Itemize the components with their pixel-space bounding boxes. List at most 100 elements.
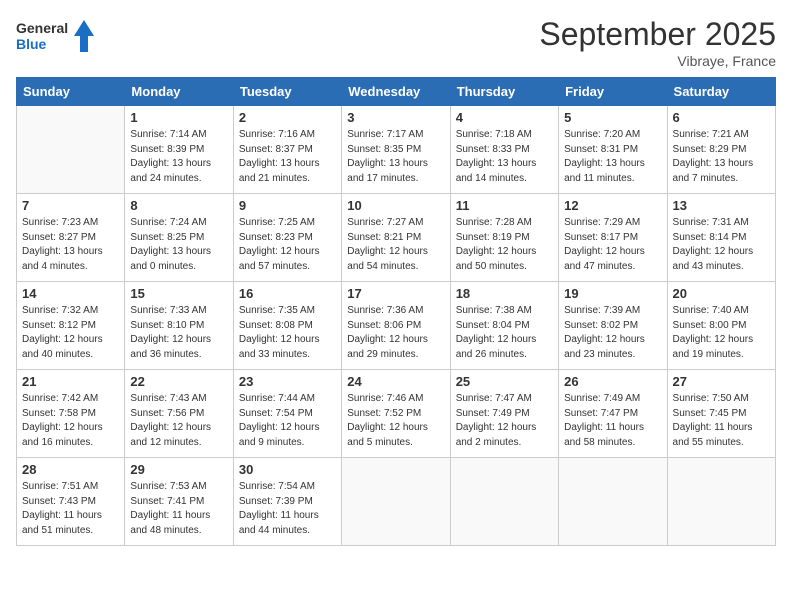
week-row-2: 14Sunrise: 7:32 AM Sunset: 8:12 PM Dayli… <box>17 282 776 370</box>
day-number: 21 <box>22 374 119 389</box>
day-number: 13 <box>673 198 770 213</box>
header-day-tuesday: Tuesday <box>233 78 341 106</box>
calendar-cell: 9Sunrise: 7:25 AM Sunset: 8:23 PM Daylig… <box>233 194 341 282</box>
calendar-cell: 29 Sunrise: 7:53 AM Sunset: 7:41 PM Dayli… <box>125 458 233 546</box>
logo-svg: General Blue <box>16 16 96 56</box>
day-info: Sunrise: 7:33 AM Sunset: 8:10 PM Dayligh… <box>130 304 227 362</box>
day-info: Sunrise: 7:43 AM Sunset: 7:56 PM Dayligh… <box>130 392 227 450</box>
calendar-cell: 19 Sunrise: 7:39 AM Sunset: 8:02 PM Dayli… <box>559 282 667 370</box>
day-info: Sunrise: 7:17 AM Sunset: 8:35 PM Dayligh… <box>347 128 444 186</box>
day-info: Sunrise: 7:44 AM Sunset: 7:54 PM Dayligh… <box>239 392 336 450</box>
calendar-cell <box>17 106 125 194</box>
calendar-cell: 28Sunrise: 7:51 AM Sunset: 7:43 PM Dayli… <box>17 458 125 546</box>
header-row: SundayMondayTuesdayWednesdayThursdayFrid… <box>17 78 776 106</box>
day-info: Sunrise: 7:53 AM Sunset: 7:41 PM Dayligh… <box>130 480 227 538</box>
day-info: Sunrise: 7:21 AM Sunset: 8:29 PM Dayligh… <box>673 128 770 186</box>
day-info: Sunrise: 7:51 AM Sunset: 7:43 PM Dayligh… <box>22 480 119 538</box>
day-number: 15 <box>130 286 227 301</box>
day-number: 17 <box>347 286 444 301</box>
calendar-cell <box>450 458 558 546</box>
calendar-cell: 11 Sunrise: 7:28 AM Sunset: 8:19 PM Dayli… <box>450 194 558 282</box>
day-info: Sunrise: 7:42 AM Sunset: 7:58 PM Dayligh… <box>22 392 119 450</box>
day-number: 29 <box>130 462 227 477</box>
day-info: Sunrise: 7:29 AM Sunset: 8:17 PM Dayligh… <box>564 216 661 274</box>
calendar-cell <box>559 458 667 546</box>
day-number: 11 <box>456 198 553 213</box>
calendar-cell: 18Sunrise: 7:38 AM Sunset: 8:04 PM Dayli… <box>450 282 558 370</box>
day-number: 26 <box>564 374 661 389</box>
calendar-cell: 25 Sunrise: 7:47 AM Sunset: 7:49 PM Dayli… <box>450 370 558 458</box>
day-number: 19 <box>564 286 661 301</box>
location: Vibraye, France <box>539 53 776 69</box>
calendar-cell: 10Sunrise: 7:27 AM Sunset: 8:21 PM Dayli… <box>342 194 450 282</box>
day-number: 16 <box>239 286 336 301</box>
day-info: Sunrise: 7:20 AM Sunset: 8:31 PM Dayligh… <box>564 128 661 186</box>
day-info: Sunrise: 7:18 AM Sunset: 8:33 PM Dayligh… <box>456 128 553 186</box>
day-number: 7 <box>22 198 119 213</box>
month-title: September 2025 <box>539 16 776 53</box>
week-row-0: 1Sunrise: 7:14 AM Sunset: 8:39 PM Daylig… <box>17 106 776 194</box>
calendar-cell: 3 Sunrise: 7:17 AM Sunset: 8:35 PM Daylig… <box>342 106 450 194</box>
calendar-cell <box>667 458 775 546</box>
calendar-cell <box>342 458 450 546</box>
calendar-cell: 2 Sunrise: 7:16 AM Sunset: 8:37 PM Daylig… <box>233 106 341 194</box>
day-number: 4 <box>456 110 553 125</box>
calendar-cell: 16Sunrise: 7:35 AM Sunset: 8:08 PM Dayli… <box>233 282 341 370</box>
day-number: 30 <box>239 462 336 477</box>
day-info: Sunrise: 7:50 AM Sunset: 7:45 PM Dayligh… <box>673 392 770 450</box>
day-number: 20 <box>673 286 770 301</box>
calendar-cell: 6Sunrise: 7:21 AM Sunset: 8:29 PM Daylig… <box>667 106 775 194</box>
day-number: 27 <box>673 374 770 389</box>
calendar-cell: 20 Sunrise: 7:40 AM Sunset: 8:00 PM Dayli… <box>667 282 775 370</box>
week-row-1: 7 Sunrise: 7:23 AM Sunset: 8:27 PM Daylig… <box>17 194 776 282</box>
calendar-cell: 27 Sunrise: 7:50 AM Sunset: 7:45 PM Dayli… <box>667 370 775 458</box>
day-info: Sunrise: 7:23 AM Sunset: 8:27 PM Dayligh… <box>22 216 119 274</box>
header-day-friday: Friday <box>559 78 667 106</box>
day-info: Sunrise: 7:24 AM Sunset: 8:25 PM Dayligh… <box>130 216 227 274</box>
day-number: 3 <box>347 110 444 125</box>
calendar-cell: 14Sunrise: 7:32 AM Sunset: 8:12 PM Dayli… <box>17 282 125 370</box>
calendar-cell: 23Sunrise: 7:44 AM Sunset: 7:54 PM Dayli… <box>233 370 341 458</box>
calendar-cell: 7 Sunrise: 7:23 AM Sunset: 8:27 PM Daylig… <box>17 194 125 282</box>
header-day-monday: Monday <box>125 78 233 106</box>
day-info: Sunrise: 7:40 AM Sunset: 8:00 PM Dayligh… <box>673 304 770 362</box>
header-day-saturday: Saturday <box>667 78 775 106</box>
day-number: 2 <box>239 110 336 125</box>
day-info: Sunrise: 7:54 AM Sunset: 7:39 PM Dayligh… <box>239 480 336 538</box>
day-info: Sunrise: 7:32 AM Sunset: 8:12 PM Dayligh… <box>22 304 119 362</box>
header-day-sunday: Sunday <box>17 78 125 106</box>
week-row-3: 21 Sunrise: 7:42 AM Sunset: 7:58 PM Dayli… <box>17 370 776 458</box>
day-info: Sunrise: 7:47 AM Sunset: 7:49 PM Dayligh… <box>456 392 553 450</box>
calendar-table: SundayMondayTuesdayWednesdayThursdayFrid… <box>16 77 776 546</box>
calendar-cell: 22 Sunrise: 7:43 AM Sunset: 7:56 PM Dayli… <box>125 370 233 458</box>
day-info: Sunrise: 7:16 AM Sunset: 8:37 PM Dayligh… <box>239 128 336 186</box>
day-number: 1 <box>130 110 227 125</box>
day-number: 24 <box>347 374 444 389</box>
day-number: 22 <box>130 374 227 389</box>
calendar-cell: 24 Sunrise: 7:46 AM Sunset: 7:52 PM Dayli… <box>342 370 450 458</box>
day-number: 25 <box>456 374 553 389</box>
day-info: Sunrise: 7:46 AM Sunset: 7:52 PM Dayligh… <box>347 392 444 450</box>
day-info: Sunrise: 7:31 AM Sunset: 8:14 PM Dayligh… <box>673 216 770 274</box>
day-info: Sunrise: 7:39 AM Sunset: 8:02 PM Dayligh… <box>564 304 661 362</box>
day-number: 5 <box>564 110 661 125</box>
svg-text:Blue: Blue <box>16 36 47 52</box>
calendar-cell: 4 Sunrise: 7:18 AM Sunset: 8:33 PM Daylig… <box>450 106 558 194</box>
day-info: Sunrise: 7:27 AM Sunset: 8:21 PM Dayligh… <box>347 216 444 274</box>
day-info: Sunrise: 7:49 AM Sunset: 7:47 PM Dayligh… <box>564 392 661 450</box>
day-info: Sunrise: 7:36 AM Sunset: 8:06 PM Dayligh… <box>347 304 444 362</box>
day-number: 18 <box>456 286 553 301</box>
day-info: Sunrise: 7:28 AM Sunset: 8:19 PM Dayligh… <box>456 216 553 274</box>
calendar-cell: 8Sunrise: 7:24 AM Sunset: 8:25 PM Daylig… <box>125 194 233 282</box>
calendar-cell: 13 Sunrise: 7:31 AM Sunset: 8:14 PM Dayli… <box>667 194 775 282</box>
day-info: Sunrise: 7:25 AM Sunset: 8:23 PM Dayligh… <box>239 216 336 274</box>
week-row-4: 28Sunrise: 7:51 AM Sunset: 7:43 PM Dayli… <box>17 458 776 546</box>
svg-text:General: General <box>16 20 68 36</box>
calendar-cell: 1Sunrise: 7:14 AM Sunset: 8:39 PM Daylig… <box>125 106 233 194</box>
title-block: September 2025 Vibraye, France <box>539 16 776 69</box>
logo: General Blue <box>16 16 96 56</box>
calendar-cell: 21 Sunrise: 7:42 AM Sunset: 7:58 PM Dayli… <box>17 370 125 458</box>
calendar-cell: 15 Sunrise: 7:33 AM Sunset: 8:10 PM Dayli… <box>125 282 233 370</box>
header-day-wednesday: Wednesday <box>342 78 450 106</box>
calendar-cell: 17 Sunrise: 7:36 AM Sunset: 8:06 PM Dayli… <box>342 282 450 370</box>
